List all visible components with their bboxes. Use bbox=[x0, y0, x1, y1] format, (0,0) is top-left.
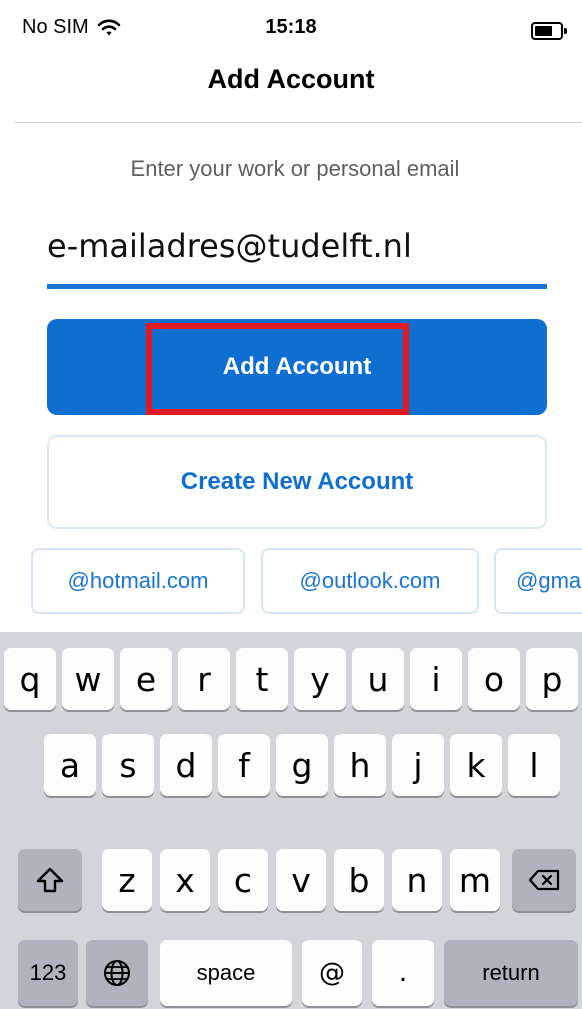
at-key[interactable]: @ bbox=[302, 940, 362, 1006]
key-v[interactable]: v bbox=[276, 849, 326, 911]
suggestion-gmail[interactable]: @gmail.com bbox=[494, 548, 582, 614]
key-k[interactable]: k bbox=[450, 734, 502, 796]
key-z[interactable]: z bbox=[102, 849, 152, 911]
key-y[interactable]: y bbox=[294, 648, 346, 710]
delete-key[interactable] bbox=[512, 849, 576, 911]
key-x[interactable]: x bbox=[160, 849, 210, 911]
key-c[interactable]: c bbox=[218, 849, 268, 911]
globe-icon bbox=[104, 960, 130, 986]
email-field-underline bbox=[47, 284, 547, 289]
key-j[interactable]: j bbox=[392, 734, 444, 796]
key-p[interactable]: p bbox=[526, 648, 578, 710]
shift-icon bbox=[36, 867, 64, 893]
add-account-button[interactable]: Add Account bbox=[47, 319, 547, 415]
shift-key[interactable] bbox=[18, 849, 82, 911]
key-f[interactable]: f bbox=[218, 734, 270, 796]
globe-key[interactable] bbox=[86, 940, 148, 1006]
create-new-account-label: Create New Account bbox=[180, 468, 414, 495]
keyboard: q w e r t y u i o p a s d f g h j k l z … bbox=[0, 632, 582, 1009]
create-new-account-button[interactable]: Create New Account bbox=[47, 435, 547, 529]
key-o[interactable]: o bbox=[468, 648, 520, 710]
add-account-button-label: Add Account bbox=[222, 353, 372, 380]
key-e[interactable]: e bbox=[120, 648, 172, 710]
suggestion-hotmail[interactable]: @hotmail.com bbox=[31, 548, 245, 614]
email-prompt: Enter your work or personal email bbox=[130, 156, 460, 181]
key-b[interactable]: b bbox=[334, 849, 384, 911]
battery-icon bbox=[531, 22, 567, 40]
key-a[interactable]: a bbox=[44, 734, 96, 796]
status-time: 15:18 bbox=[265, 16, 317, 38]
key-s[interactable]: s bbox=[102, 734, 154, 796]
key-t[interactable]: t bbox=[236, 648, 288, 710]
backspace-icon bbox=[528, 869, 560, 891]
key-w[interactable]: w bbox=[62, 648, 114, 710]
key-l[interactable]: l bbox=[508, 734, 560, 796]
key-h[interactable]: h bbox=[334, 734, 386, 796]
key-d[interactable]: d bbox=[160, 734, 212, 796]
key-n[interactable]: n bbox=[392, 849, 442, 911]
header-divider bbox=[14, 122, 582, 123]
status-bar: No SIM 15:18 bbox=[0, 0, 582, 56]
key-r[interactable]: r bbox=[178, 648, 230, 710]
numbers-key[interactable]: 123 bbox=[18, 940, 78, 1006]
key-m[interactable]: m bbox=[450, 849, 500, 911]
space-key[interactable]: space bbox=[160, 940, 292, 1006]
suggestion-outlook[interactable]: @outlook.com bbox=[261, 548, 479, 614]
domain-suggestions: @hotmail.com @outlook.com @gmail.com bbox=[0, 548, 582, 614]
key-g[interactable]: g bbox=[276, 734, 328, 796]
key-i[interactable]: i bbox=[410, 648, 462, 710]
return-key[interactable]: return bbox=[444, 940, 578, 1006]
email-field[interactable] bbox=[47, 226, 547, 266]
key-q[interactable]: q bbox=[4, 648, 56, 710]
key-u[interactable]: u bbox=[352, 648, 404, 710]
dot-key[interactable]: . bbox=[372, 940, 434, 1006]
page-title: Add Account bbox=[207, 64, 375, 94]
